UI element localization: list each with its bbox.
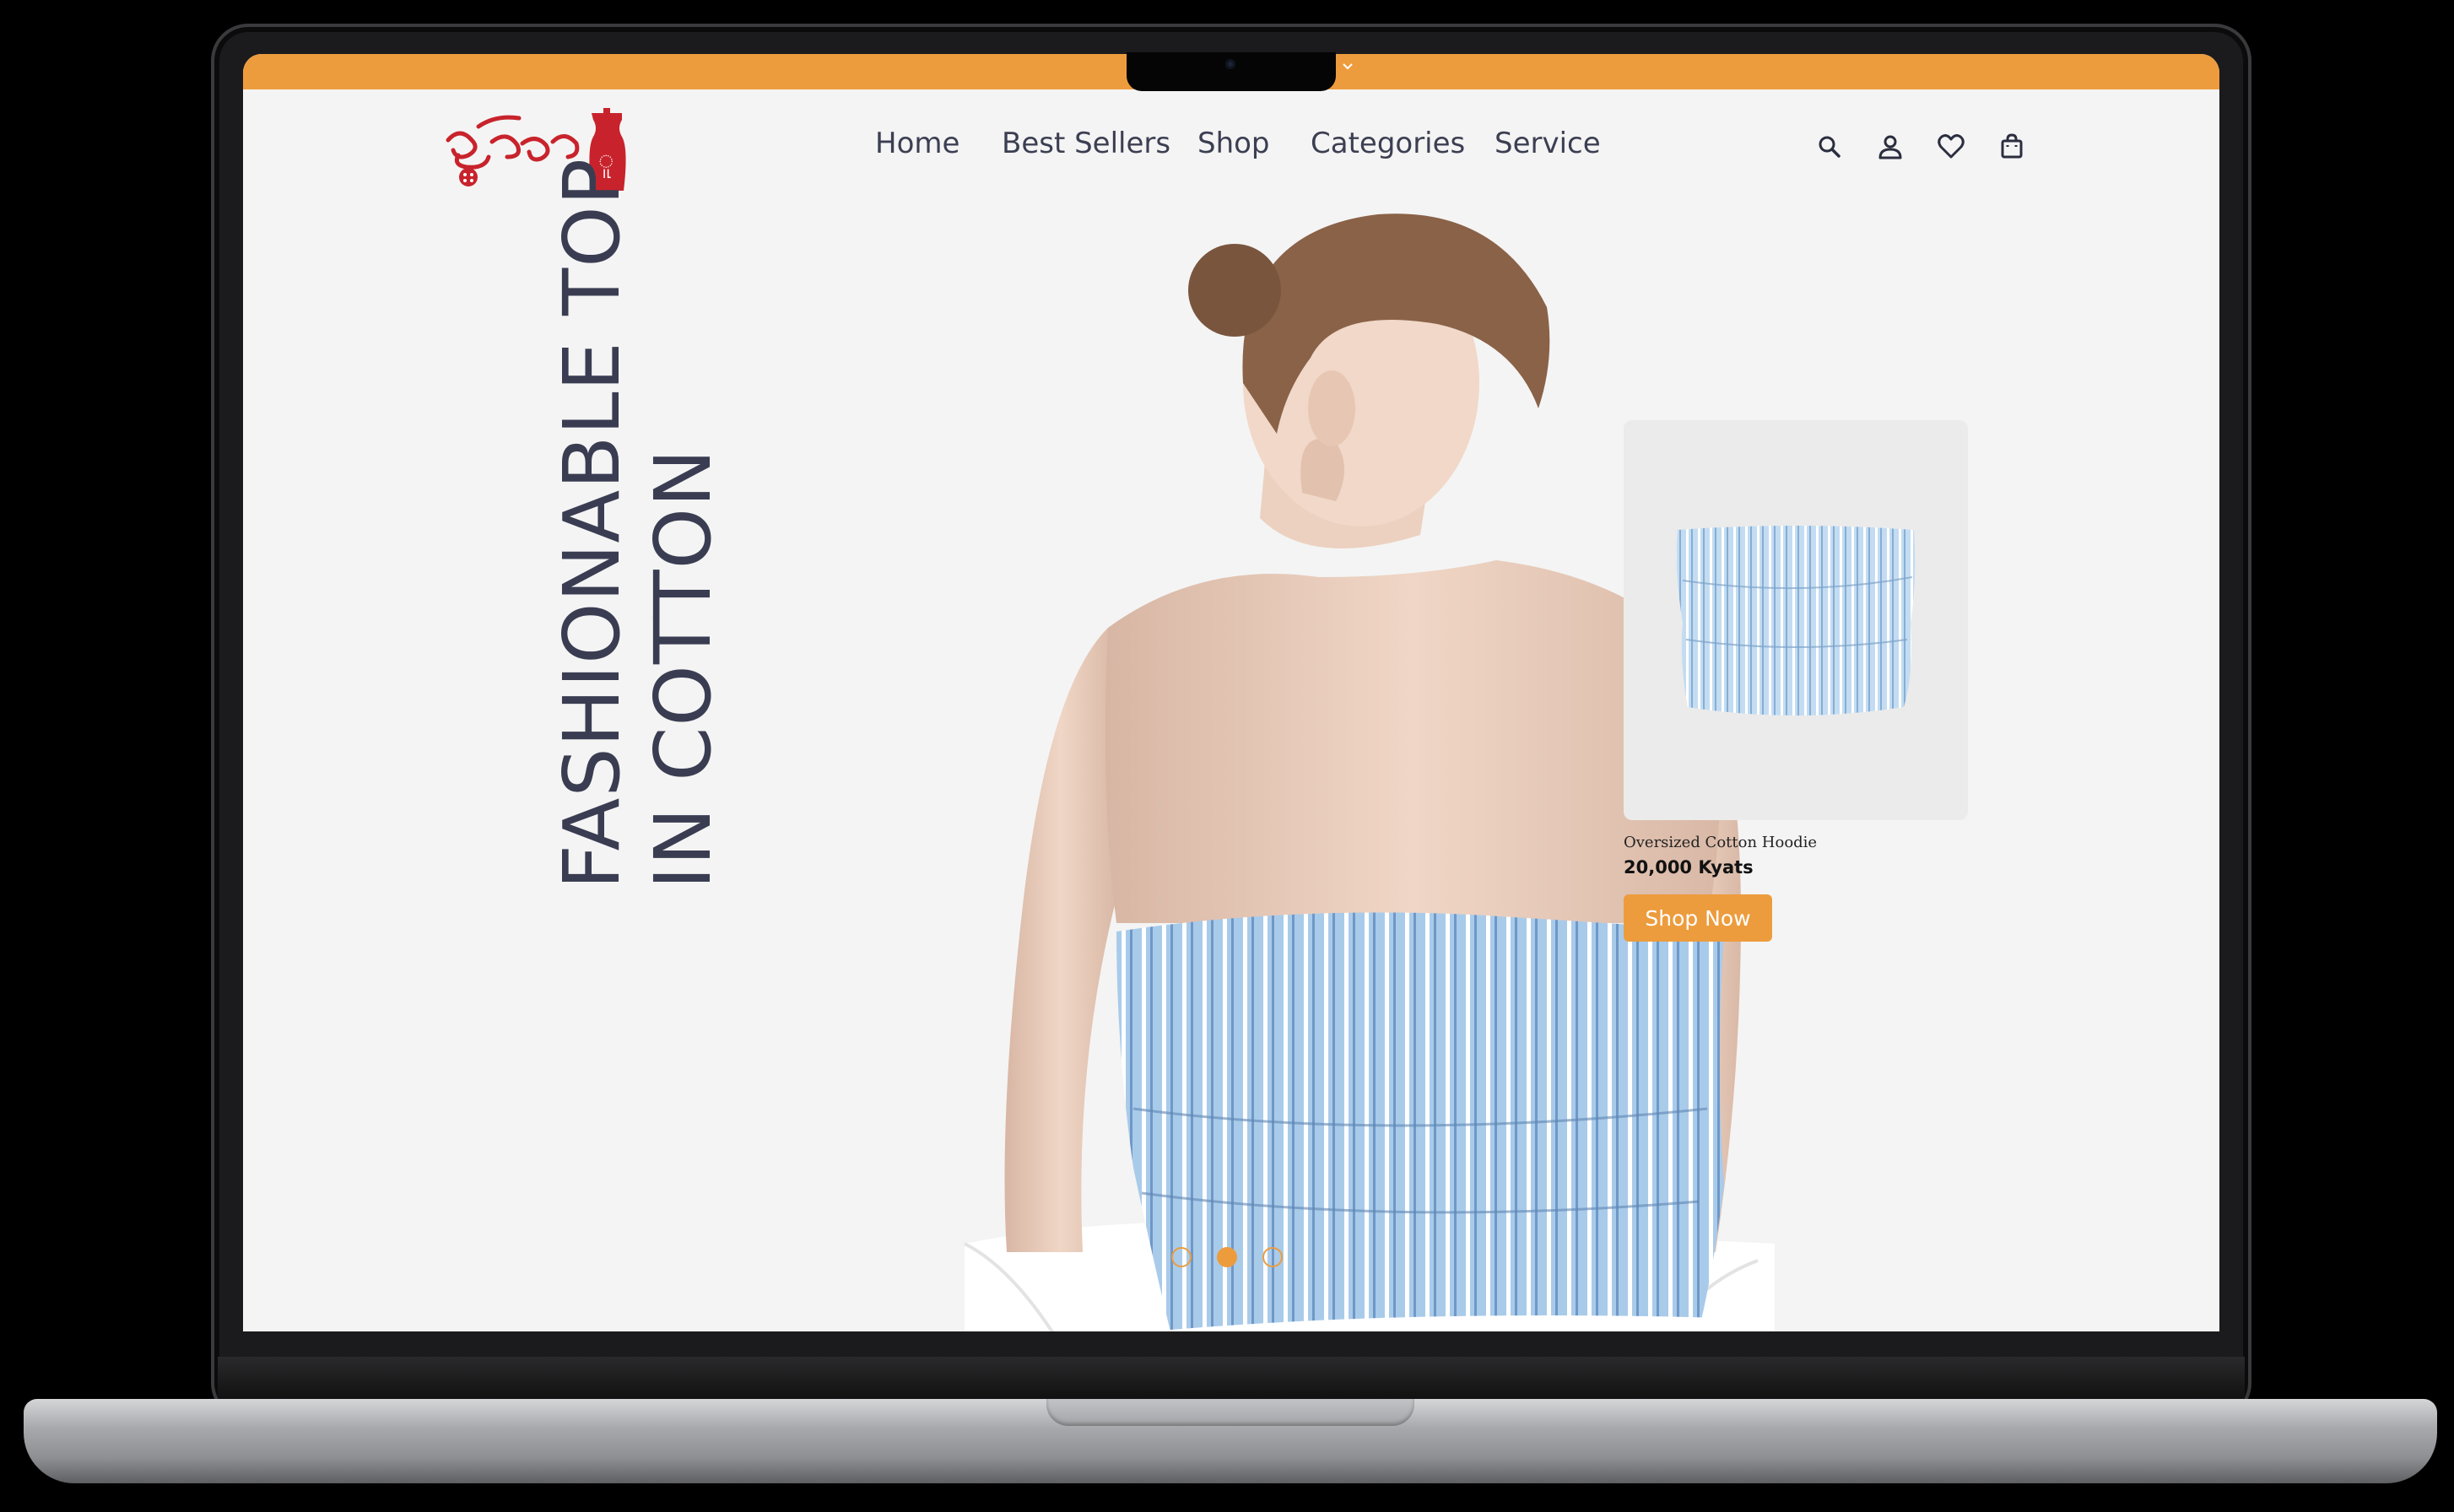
shop-now-button[interactable]: Shop Now (1624, 894, 1772, 942)
user-icon[interactable] (1875, 132, 1905, 162)
browser-screen: ူ Home Best Sellers Shop Categories Serv… (243, 54, 2219, 1331)
carousel-dot-1[interactable] (1171, 1247, 1192, 1267)
laptop-hinge (218, 1357, 2245, 1399)
nav-service[interactable]: Service (1495, 127, 1601, 160)
product-card[interactable] (1624, 420, 1968, 820)
chevron-down-icon[interactable] (1340, 59, 1355, 74)
nav-home[interactable]: Home (875, 127, 959, 160)
carousel-dot-3[interactable] (1262, 1247, 1283, 1267)
webcam-icon (1225, 59, 1235, 69)
shopping-bag-icon[interactable] (1997, 132, 2027, 162)
camera-notch (1127, 52, 1336, 91)
nav-best-sellers[interactable]: Best Sellers (1002, 127, 1170, 160)
nav-categories[interactable]: Categories (1311, 127, 1465, 160)
product-name: Oversized Cotton Hoodie (1624, 834, 1818, 851)
laptop-base-notch (1046, 1399, 1414, 1426)
nav-shop[interactable]: Shop (1197, 127, 1270, 160)
product-price: 20,000 Kyats (1624, 857, 1754, 878)
hero-title: FASHIONABLE TOP IN COTTON (547, 158, 729, 889)
product-image (1676, 526, 1916, 716)
hero-title-line1: FASHIONABLE TOP (547, 157, 637, 889)
carousel-dot-2[interactable] (1217, 1247, 1237, 1267)
carousel-dots (1171, 1247, 1306, 1272)
search-icon[interactable] (1814, 132, 1845, 162)
heart-icon[interactable] (1936, 132, 1966, 162)
